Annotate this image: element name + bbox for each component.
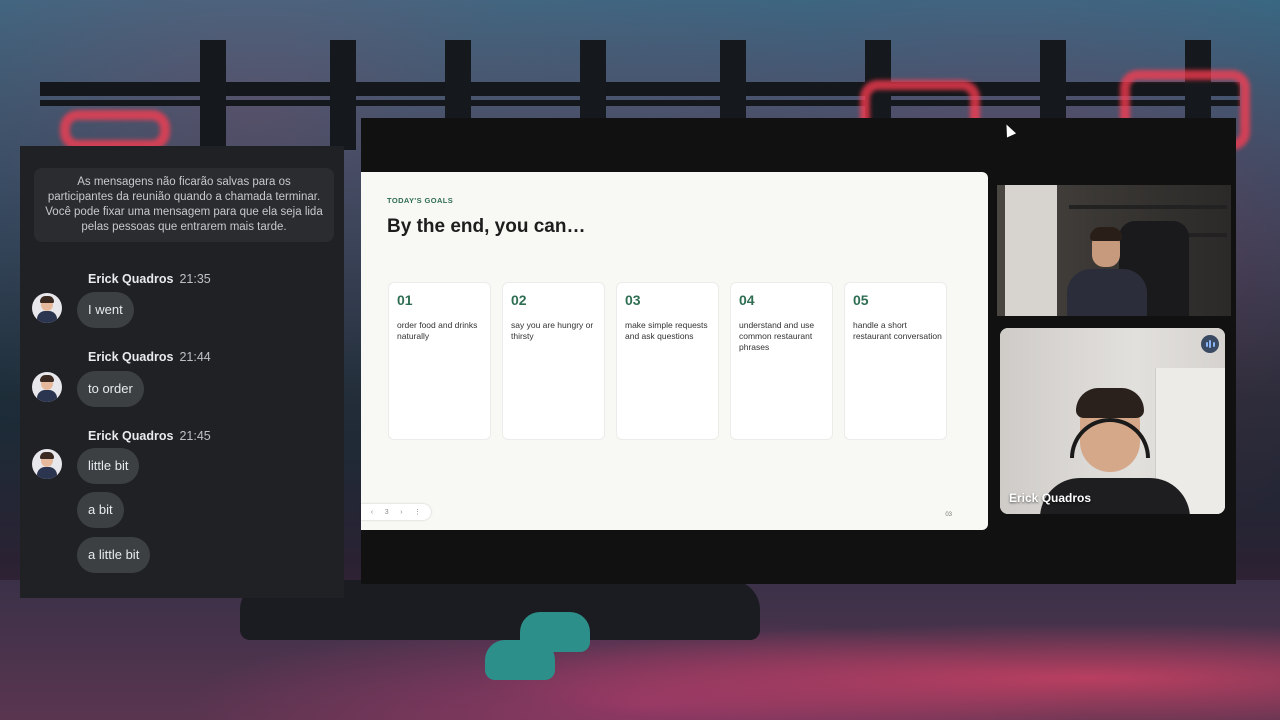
sender-name: Erick Quadros — [88, 272, 174, 286]
more-options-button[interactable]: ⋮ — [414, 508, 421, 516]
sender-name: Erick Quadros — [88, 350, 174, 364]
goal-text: handle a short restaurant conversation — [853, 320, 942, 341]
goal-text: make simple requests and ask questions — [625, 320, 708, 341]
message-bubble[interactable]: a bit — [77, 492, 124, 528]
mouse-cursor-icon — [1001, 122, 1017, 138]
goal-card: 05 handle a short restaurant conversatio… — [844, 282, 947, 440]
message-header: Erick Quadros 21:35 — [88, 272, 211, 286]
goal-text: understand and use common restaurant phr… — [739, 320, 815, 352]
message-time: 21:45 — [179, 429, 211, 443]
avatar — [32, 293, 62, 323]
goal-card: 04 understand and use common restaurant … — [730, 282, 833, 440]
slide-title: By the end, you can… — [387, 216, 586, 237]
goal-card: 02 say you are hungry or thirsty — [502, 282, 605, 440]
goal-text: order food and drinks naturally — [397, 320, 478, 341]
sender-name: Erick Quadros — [88, 429, 174, 443]
message-time: 21:35 — [179, 272, 211, 286]
goal-card: 03 make simple requests and ask question… — [616, 282, 719, 440]
speaker-name-label: Erick Quadros — [1009, 491, 1092, 505]
prev-slide-button[interactable]: ‹ — [371, 509, 373, 516]
message-bubble[interactable]: I went — [77, 292, 134, 328]
chat-notice: As mensagens não ficarão salvas para os … — [34, 168, 334, 242]
goal-card: 01 order food and drinks naturally — [388, 282, 491, 440]
slide-navigation: ‹ 3 › ⋮ — [361, 504, 431, 520]
chat-panel: As mensagens não ficarão salvas para os … — [20, 146, 344, 598]
presentation-slide: TODAY'S GOALS By the end, you can… 01 or… — [361, 172, 988, 530]
avatar — [32, 372, 62, 402]
message-bubble[interactable]: little bit — [77, 448, 140, 484]
message-bubble[interactable]: a little bit — [77, 537, 151, 573]
goal-number: 05 — [853, 292, 869, 308]
slide-eyebrow: TODAY'S GOALS — [387, 196, 454, 205]
avatar — [32, 449, 62, 479]
goal-number: 03 — [625, 292, 641, 308]
goal-number: 01 — [397, 292, 413, 308]
message-header: Erick Quadros 21:44 — [88, 350, 211, 364]
goal-number: 02 — [511, 292, 527, 308]
message-time: 21:44 — [179, 350, 211, 364]
meeting-window: TODAY'S GOALS By the end, you can… 01 or… — [361, 118, 1236, 584]
message-header: Erick Quadros 21:45 — [88, 429, 211, 443]
message-bubble[interactable]: to order — [77, 371, 144, 407]
goal-text: say you are hungry or thirsty — [511, 320, 594, 341]
audio-level-icon — [1201, 335, 1219, 353]
participant-video-tile[interactable] — [997, 185, 1231, 316]
slide-page-number: 03 — [945, 512, 952, 518]
speaker-video-tile[interactable]: Erick Quadros — [1000, 328, 1225, 514]
goal-number: 04 — [739, 292, 755, 308]
next-slide-button[interactable]: › — [400, 509, 402, 516]
slide-page-indicator: 3 — [384, 508, 389, 516]
